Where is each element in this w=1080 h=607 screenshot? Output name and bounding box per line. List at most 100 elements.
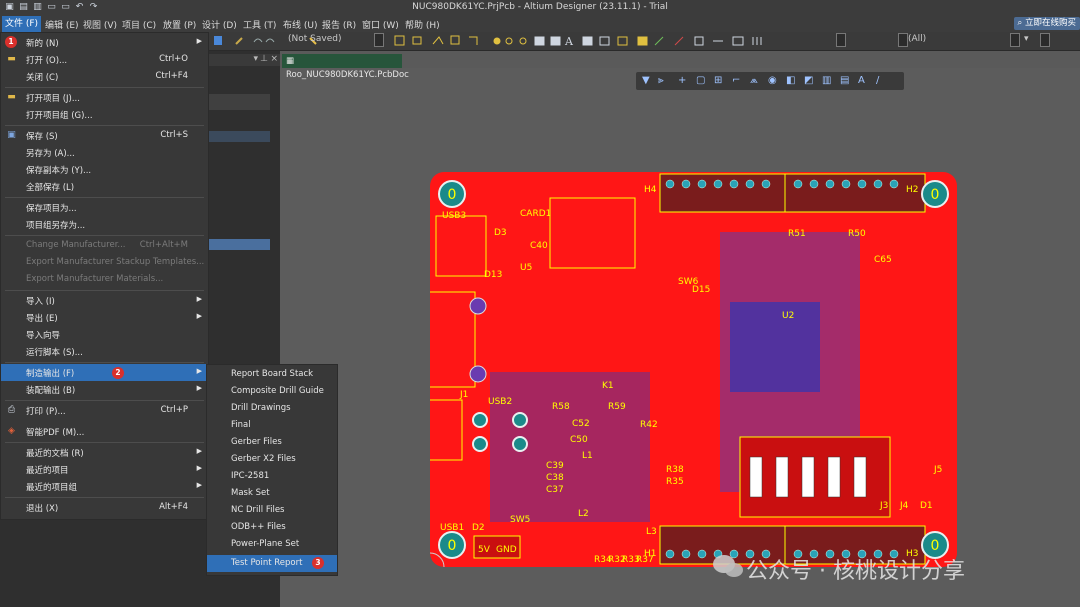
svg-text:0: 0 bbox=[931, 187, 940, 203]
step-badge-1: 1 bbox=[5, 36, 17, 48]
menu-item-run-script[interactable]: 运行脚本 (S)... bbox=[1, 343, 208, 360]
svg-text:L3: L3 bbox=[646, 527, 657, 537]
pcb-board[interactable]: 0 0 0 0 H4 H2H1 H3 USB3 CARD1D3C40 U5D13J1U… bbox=[430, 172, 957, 567]
menu-item-assembly-outputs[interactable]: 装配输出 (B) ▶ bbox=[1, 381, 208, 398]
menu-item-save-project-group-as[interactable]: 项目组另存为... bbox=[1, 216, 208, 233]
submenu-arrow-icon: ▶ bbox=[196, 481, 202, 489]
view-dropdown[interactable] bbox=[1040, 33, 1050, 47]
chart-icon[interactable]: ▤ bbox=[840, 75, 849, 86]
menu-item-save-copy-as[interactable]: 保存副本为 (Y)... bbox=[1, 161, 208, 178]
submenu-item-composite-drill-guide[interactable]: Composite Drill Guide bbox=[207, 383, 337, 400]
class-dropdown[interactable] bbox=[898, 33, 908, 47]
toolbar-more-icon[interactable]: ▾ bbox=[1024, 34, 1029, 44]
menu-project[interactable]: 项目 (C) bbox=[122, 18, 156, 31]
toolbar-tool-icons: A bbox=[394, 35, 762, 48]
bga-region bbox=[730, 302, 820, 392]
menu-item-import-wizard[interactable]: 导入向导 bbox=[1, 326, 208, 343]
window-title: NUC980DK61YC.PrjPcb - Altium Designer (2… bbox=[412, 2, 668, 12]
buy-online-button[interactable]: ⌕ 立即在线购买 bbox=[1013, 17, 1080, 30]
menu-item-import[interactable]: 导入 (I) ▶ bbox=[1, 292, 208, 309]
submenu-item-odb-files[interactable]: ODB++ Files bbox=[207, 519, 337, 536]
project-tree-row-selected[interactable] bbox=[208, 239, 270, 250]
menu-edit[interactable]: 编辑 (E) bbox=[45, 18, 79, 31]
menu-file[interactable]: 文件 (F) bbox=[2, 16, 42, 32]
pcb-doc-icon: ▦ bbox=[286, 56, 295, 66]
svg-text:D1: D1 bbox=[920, 501, 933, 511]
submenu-item-nc-drill-files[interactable]: NC Drill Files bbox=[207, 502, 337, 519]
menu-item-recent-project-groups[interactable]: 最近的项目组 ▶ bbox=[1, 478, 208, 495]
menu-view[interactable]: 视图 (V) bbox=[83, 18, 117, 31]
redo-icon bbox=[265, 38, 275, 43]
menu-item-save-all[interactable]: 全部保存 (L) bbox=[1, 178, 208, 195]
svg-text:0: 0 bbox=[448, 187, 457, 203]
menu-item-save[interactable]: ▣ 保存 (S) Ctrl+S bbox=[1, 127, 208, 144]
menu-help[interactable]: 帮助 (H) bbox=[405, 18, 440, 31]
menu-item-change-manufacturer: Change Manufacturer... Ctrl+Alt+M bbox=[26, 240, 188, 250]
svg-text:SW5: SW5 bbox=[510, 515, 530, 525]
main-toolbar: (Not Saved) A (All) ▾ bbox=[208, 32, 1080, 51]
menu-item-export[interactable]: 导出 (E) ▶ bbox=[1, 309, 208, 326]
menu-separator bbox=[5, 400, 204, 401]
svg-text:C50: C50 bbox=[570, 435, 588, 445]
add-icon[interactable]: + bbox=[678, 75, 686, 86]
submenu-item-gerber-x2-files[interactable]: Gerber X2 Files bbox=[207, 451, 337, 468]
menu-item-smart-pdf[interactable]: ◈ 智能PDF (M)... bbox=[1, 423, 208, 440]
menu-item-recent-documents[interactable]: 最近的文档 (R) ▶ bbox=[1, 444, 208, 461]
net-dropdown[interactable] bbox=[836, 33, 846, 47]
pcb-active-bar: ▼ ⫸ + ▢ ⊞ ⌐ ⩕ ◉ ◧ ◩ ▥ ▤ A / bbox=[636, 72, 904, 90]
menu-reports[interactable]: 报告 (R) bbox=[322, 18, 356, 31]
menu-place[interactable]: 放置 (P) bbox=[163, 18, 196, 31]
submenu-item-final[interactable]: Final bbox=[207, 417, 337, 434]
filter-dropdown[interactable] bbox=[1010, 33, 1020, 47]
fabrication-outputs-submenu: Report Board Stack Composite Drill Guide… bbox=[206, 364, 338, 576]
text-icon[interactable]: A bbox=[858, 75, 865, 86]
menu-item-open-project-group[interactable]: 打开项目组 (G)... bbox=[1, 106, 208, 123]
printer-icon: ⎙ bbox=[7, 405, 16, 415]
svg-text:R50: R50 bbox=[848, 229, 866, 239]
menu-design[interactable]: 设计 (D) bbox=[202, 18, 237, 31]
menu-item-open-project[interactable]: ▬ 打开项目 (J)... bbox=[1, 89, 208, 106]
menu-item-recent-projects[interactable]: 最近的项目 ▶ bbox=[1, 461, 208, 478]
menu-item-exit[interactable]: 退出 (X) Alt+F4 bbox=[1, 499, 208, 516]
submenu-item-gerber-files[interactable]: Gerber Files bbox=[207, 434, 337, 451]
menu-item-fabrication-outputs[interactable]: 制造输出 (F) ▶ bbox=[1, 364, 208, 381]
brush-icon bbox=[235, 37, 243, 45]
diff-pair-icon[interactable]: ⩕ bbox=[750, 75, 758, 86]
svg-text:L2: L2 bbox=[578, 509, 589, 519]
submenu-item-report-board-stack[interactable]: Report Board Stack bbox=[207, 366, 337, 383]
pin-icon[interactable]: ⊥ bbox=[260, 54, 268, 64]
submenu-item-power-plane-set[interactable]: Power-Plane Set bbox=[207, 536, 337, 553]
layer-dropdown[interactable] bbox=[374, 33, 384, 47]
search-icon: ⌕ bbox=[1017, 18, 1025, 28]
select-icon[interactable]: ▢ bbox=[696, 75, 705, 86]
menu-item-close[interactable]: 关闭 (C) Ctrl+F4 bbox=[1, 68, 208, 85]
keepout-icon[interactable]: ◩ bbox=[804, 75, 813, 86]
wire-icon[interactable]: ⌐ bbox=[732, 75, 740, 86]
submenu-item-ipc-2581[interactable]: IPC-2581 bbox=[207, 468, 337, 485]
menu-route[interactable]: 布线 (U) bbox=[283, 18, 317, 31]
menu-item-save-as[interactable]: 另存为 (A)... bbox=[1, 144, 208, 161]
document-tab[interactable]: ▦ Roo_NUC980DK61YC.PcbDoc bbox=[282, 54, 409, 80]
menu-item-save-project-as[interactable]: 保存项目为... bbox=[1, 199, 208, 216]
menu-window[interactable]: 窗口 (W) bbox=[362, 18, 399, 31]
menu-item-new[interactable]: □新的 (N)▶ bbox=[1, 34, 208, 51]
submenu-item-mask-set[interactable]: Mask Set bbox=[207, 485, 337, 502]
panel-menu-icon[interactable]: ▾ bbox=[253, 54, 258, 64]
project-tree-row[interactable] bbox=[208, 131, 270, 142]
submenu-item-drill-drawings[interactable]: Drill Drawings bbox=[207, 400, 337, 417]
polygon-icon[interactable]: ◧ bbox=[786, 75, 795, 86]
menu-tools[interactable]: 工具 (T) bbox=[243, 18, 276, 31]
step-badge-2: 2 bbox=[112, 367, 124, 379]
close-icon[interactable]: × bbox=[270, 54, 278, 64]
line-icon[interactable]: / bbox=[876, 75, 879, 86]
pdf-icon: ◈ bbox=[8, 426, 15, 436]
via-icon[interactable]: ◉ bbox=[768, 75, 777, 86]
menu-item-print[interactable]: ⎙ 打印 (P)... Ctrl+P bbox=[1, 402, 208, 419]
filter-icon bbox=[214, 36, 222, 45]
menu-item-open[interactable]: ▬ 打开 (O)... Ctrl+O bbox=[1, 51, 208, 68]
route-icon[interactable]: ⫸ bbox=[658, 75, 664, 86]
align-icon[interactable]: ⊞ bbox=[714, 75, 722, 86]
panel-search-field[interactable] bbox=[208, 94, 270, 110]
filter-icon[interactable]: ▼ bbox=[642, 75, 650, 86]
component-icon[interactable]: ▥ bbox=[822, 75, 831, 86]
